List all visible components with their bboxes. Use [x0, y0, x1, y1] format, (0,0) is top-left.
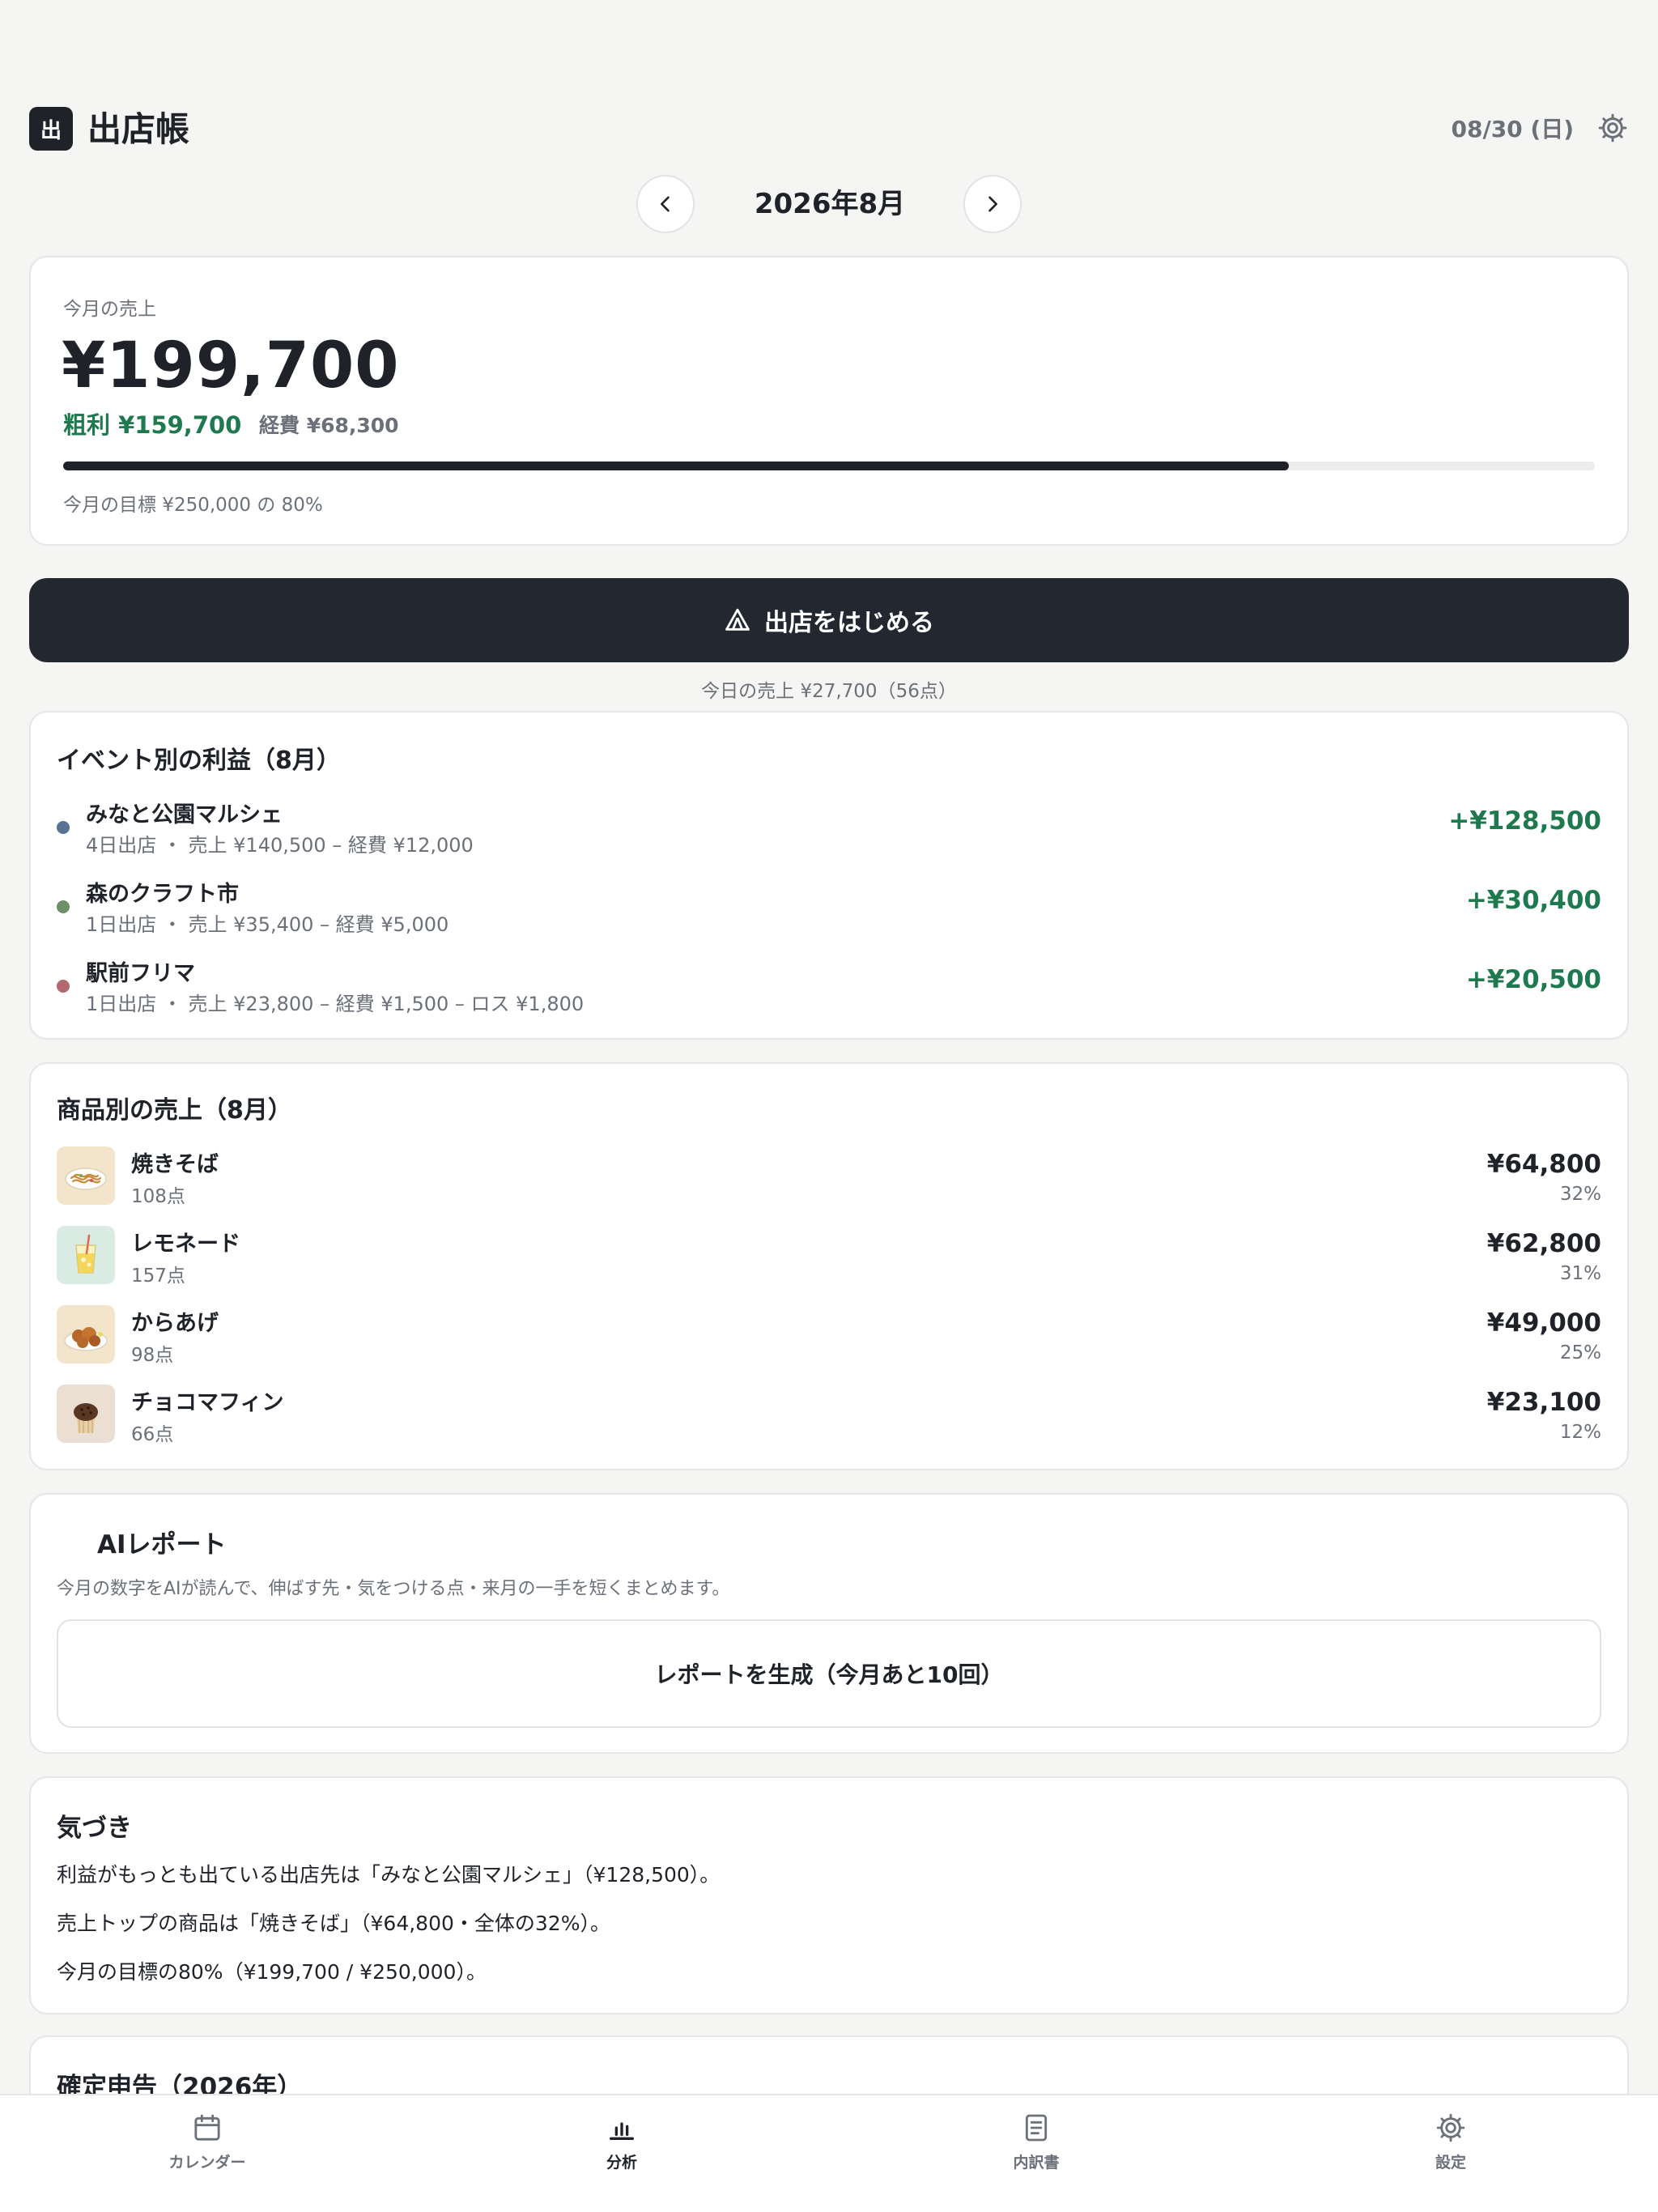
tab-analysis[interactable]: 分析 [541, 2112, 703, 2172]
product-sales: ¥64,800 [1486, 1150, 1601, 1179]
product-sales-card: 商品別の売上（8月） 焼きそば 108点 ¥64,800 32% レモネード 1… [29, 1062, 1629, 1470]
chart-icon [610, 2122, 634, 2140]
tab-label: 分析 [606, 2154, 637, 2172]
app-screen: 出 出店帳 08/30 (日) 2026年8月 今月の売上 ¥199,700 粗… [0, 0, 1658, 2212]
product-name: からあげ [131, 1311, 219, 1336]
event-detail: 4日出店 ・ 売上 ¥140,500 – 経費 ¥12,000 [86, 834, 474, 857]
karaage-icon [57, 1305, 115, 1363]
chevron-left-icon [661, 196, 670, 212]
yakisoba-icon [57, 1146, 115, 1205]
product-sales: ¥49,000 [1486, 1308, 1601, 1338]
goal-progress-bar [63, 462, 1595, 470]
tab-breakdown[interactable]: 内訳書 [955, 2112, 1117, 2172]
product-sales: ¥62,800 [1486, 1229, 1601, 1258]
start-stall-label: 出店をはじめる [764, 609, 934, 637]
product-share: 12% [1559, 1422, 1601, 1443]
goal-progress-fill [63, 462, 1289, 470]
gross-profit: 粗利 ¥159,700 [63, 411, 242, 439]
gear-icon [1436, 2113, 1465, 2142]
prev-month-button[interactable] [636, 175, 695, 233]
product-sales-title: 商品別の売上（8月） [57, 1096, 292, 1125]
tab-calendar[interactable]: カレンダー [126, 2112, 288, 2172]
event-name: 駅前フリマ [86, 961, 195, 986]
product-count: 98点 [131, 1345, 174, 1366]
insight-line: 売上トップの商品は「焼きそば」（¥64,800・全体の32%）。 [57, 1912, 610, 1935]
generate-report-label: レポートを生成（今月あと10回） [654, 1661, 1004, 1688]
tab-label: 設定 [1435, 2154, 1466, 2172]
header: 出 出店帳 08/30 (日) [29, 107, 1629, 152]
insight-line: 利益がもっとも出ている出店先は「みなと公園マルシェ」（¥128,500）。 [57, 1863, 721, 1887]
product-count: 157点 [131, 1266, 185, 1287]
document-icon [1025, 2114, 1048, 2142]
tab-settings[interactable]: 設定 [1370, 2112, 1532, 2172]
tab-label: カレンダー [168, 2154, 246, 2172]
product-share: 32% [1559, 1184, 1601, 1205]
event-color-dot [57, 980, 70, 993]
event-detail: 1日出店 ・ 売上 ¥35,400 – 経費 ¥5,000 [86, 913, 449, 936]
insight-line: 今月の目標の80%（¥199,700 / ¥250,000）。 [57, 1960, 487, 1984]
insights-card: 気づき 利益がもっとも出ている出店先は「みなと公園マルシェ」（¥128,500）… [29, 1776, 1629, 2014]
monthly-sales-label: 今月の売上 [63, 299, 156, 320]
product-share: 25% [1559, 1342, 1601, 1363]
calendar-icon [194, 2114, 220, 2141]
today-sales-text: 今日の売上 ¥27,700（56点） [701, 681, 957, 702]
start-stall-button[interactable]: 出店をはじめる [29, 578, 1629, 662]
current-month: 2026年8月 [754, 188, 906, 220]
event-color-dot [57, 900, 70, 913]
product-name: チョコマフィン [131, 1390, 284, 1415]
ai-report-card: AIレポート 今月の数字をAIが読んで、伸ばす先・気をつける点・来月の一手を短く… [29, 1493, 1629, 1754]
gear-icon[interactable] [1596, 112, 1629, 144]
lemonade-icon [57, 1226, 115, 1284]
ai-report-description: 今月の数字をAIが読んで、伸ばす先・気をつける点・来月の一手を短くまとめます。 [57, 1579, 730, 1599]
month-navigator: 2026年8月 [0, 175, 1658, 233]
event-profit: +¥30,400 [1465, 886, 1601, 915]
monthly-sales-card: 今月の売上 ¥199,700 粗利 ¥159,700 経費 ¥68,300 今月… [29, 256, 1629, 546]
muffin-icon [57, 1385, 115, 1443]
event-profit-card: イベント別の利益（8月） みなと公園マルシェ 4日出店 ・ 売上 ¥140,50… [29, 711, 1629, 1040]
goal-progress-text: 今月の目標 ¥250,000 の 80% [63, 495, 323, 516]
app-logo: 出 [29, 107, 73, 151]
tent-icon [725, 608, 750, 631]
event-profit: +¥128,500 [1448, 806, 1601, 836]
tab-label: 内訳書 [1013, 2154, 1060, 2172]
product-row[interactable]: 焼きそば 108点 ¥64,800 32% [57, 1146, 1601, 1208]
chevron-right-icon [988, 196, 997, 212]
event-color-dot [57, 821, 70, 834]
monthly-sales-total: ¥199,700 [62, 330, 400, 402]
product-count: 108点 [131, 1186, 185, 1207]
ai-report-title: AIレポート [97, 1530, 227, 1559]
event-name: 森のクラフト市 [86, 882, 239, 907]
tab-bar: カレンダー 分析 内訳書 設定 [0, 2094, 1658, 2212]
product-row[interactable]: からあげ 98点 ¥49,000 25% [57, 1305, 1601, 1367]
expenses: 経費 ¥68,300 [259, 414, 399, 437]
product-row[interactable]: レモネード 157点 ¥62,800 31% [57, 1226, 1601, 1287]
product-name: レモネード [131, 1231, 240, 1257]
event-row[interactable]: 森のクラフト市 1日出店 ・ 売上 ¥35,400 – 経費 ¥5,000 +¥… [57, 876, 1601, 944]
product-share: 31% [1559, 1263, 1601, 1284]
event-profit-title: イベント別の利益（8月） [57, 747, 341, 775]
event-row[interactable]: 駅前フリマ 1日出店 ・ 売上 ¥23,800 – 経費 ¥1,500 – ロス… [57, 955, 1601, 1023]
product-sales: ¥23,100 [1486, 1388, 1601, 1417]
product-name: 焼きそば [131, 1152, 219, 1177]
event-name: みなと公園マルシェ [86, 802, 283, 827]
product-row[interactable]: チョコマフィン 66点 ¥23,100 12% [57, 1385, 1601, 1446]
generate-report-button[interactable]: レポートを生成（今月あと10回） [57, 1619, 1601, 1728]
insights-title: 気づき [57, 1814, 132, 1843]
product-count: 66点 [131, 1424, 174, 1445]
app-title: 出店帳 [87, 109, 190, 149]
event-profit: +¥20,500 [1465, 965, 1601, 994]
next-month-button[interactable] [963, 175, 1022, 233]
event-detail: 1日出店 ・ 売上 ¥23,800 – 経費 ¥1,500 – ロス ¥1,80… [86, 993, 585, 1015]
event-row[interactable]: みなと公園マルシェ 4日出店 ・ 売上 ¥140,500 – 経費 ¥12,00… [57, 797, 1601, 865]
today-date: 08/30 (日) [1451, 116, 1575, 143]
